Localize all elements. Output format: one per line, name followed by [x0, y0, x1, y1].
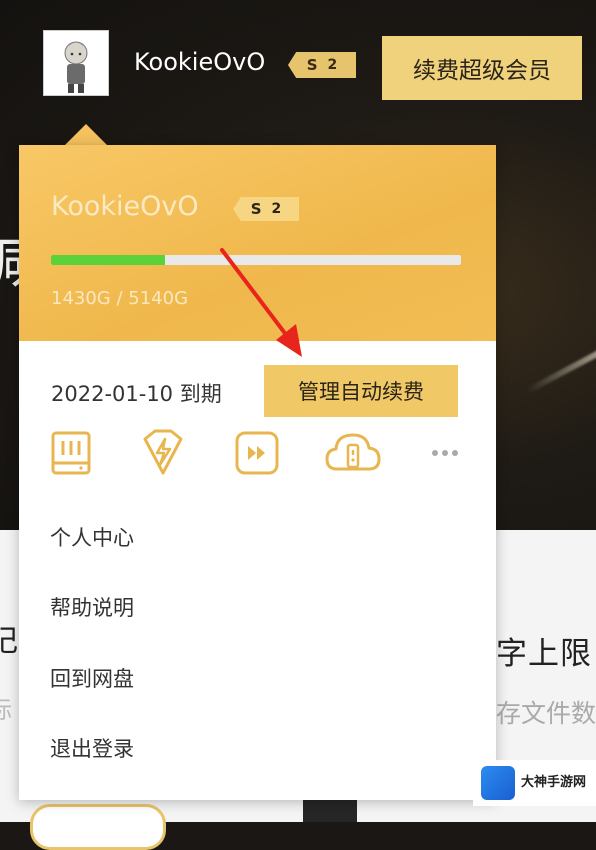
storage-usage-text: 1430G / 5140G	[51, 288, 189, 309]
dropdown-pointer	[64, 124, 108, 146]
dropdown-username: KookieOvO	[51, 191, 199, 222]
menu-item-back-to-disk[interactable]: 回到网盘	[50, 663, 134, 693]
background-subtext: 存文件数	[496, 699, 596, 728]
renew-svip-button[interactable]: 续费超级会员	[382, 36, 582, 100]
manage-auto-renew-button[interactable]: 管理自动续费	[264, 365, 458, 417]
vip-badge-letter: S	[250, 200, 262, 218]
cloud-lock-icon[interactable]	[323, 427, 381, 479]
more-icon[interactable]	[421, 427, 473, 479]
avatar[interactable]	[43, 30, 109, 96]
background-text-fragment: 标	[0, 690, 12, 725]
background-text-fragment: 记	[0, 624, 18, 659]
speedup-icon[interactable]	[137, 427, 189, 479]
background-heading: 字上限	[496, 636, 592, 672]
vip-badge-letter: S	[306, 56, 318, 74]
storage-icon[interactable]	[45, 427, 97, 479]
background-block	[303, 800, 357, 822]
watermark-logo-icon	[481, 766, 515, 800]
avatar-figure-icon	[64, 41, 88, 93]
vip-badge-level: 2	[327, 57, 338, 73]
storage-progress-bar	[51, 255, 461, 265]
play-icon[interactable]	[231, 427, 283, 479]
menu-item-logout[interactable]: 退出登录	[50, 733, 134, 763]
header-username[interactable]: KookieOvO	[134, 48, 265, 76]
user-dropdown: KookieOvO S 2 1430G / 5140G 2022-01-10 到…	[19, 145, 496, 800]
menu-item-help[interactable]: 帮助说明	[50, 592, 134, 622]
watermark-name: 大神手游网	[521, 774, 587, 790]
storage-progress-fill	[51, 255, 165, 265]
dropdown-header: KookieOvO S 2 1430G / 5140G	[19, 145, 496, 341]
expiry-date: 2022-01-10 到期	[51, 382, 222, 406]
dropdown-vip-badge: S 2	[233, 197, 299, 221]
vip-level-badge: S 2	[288, 52, 356, 78]
site-watermark: 大神手游网	[473, 760, 596, 806]
feature-icon-row	[19, 427, 496, 485]
vip-badge-level: 2	[271, 201, 282, 217]
background-button[interactable]	[30, 804, 166, 850]
menu-item-profile[interactable]: 个人中心	[50, 522, 134, 552]
